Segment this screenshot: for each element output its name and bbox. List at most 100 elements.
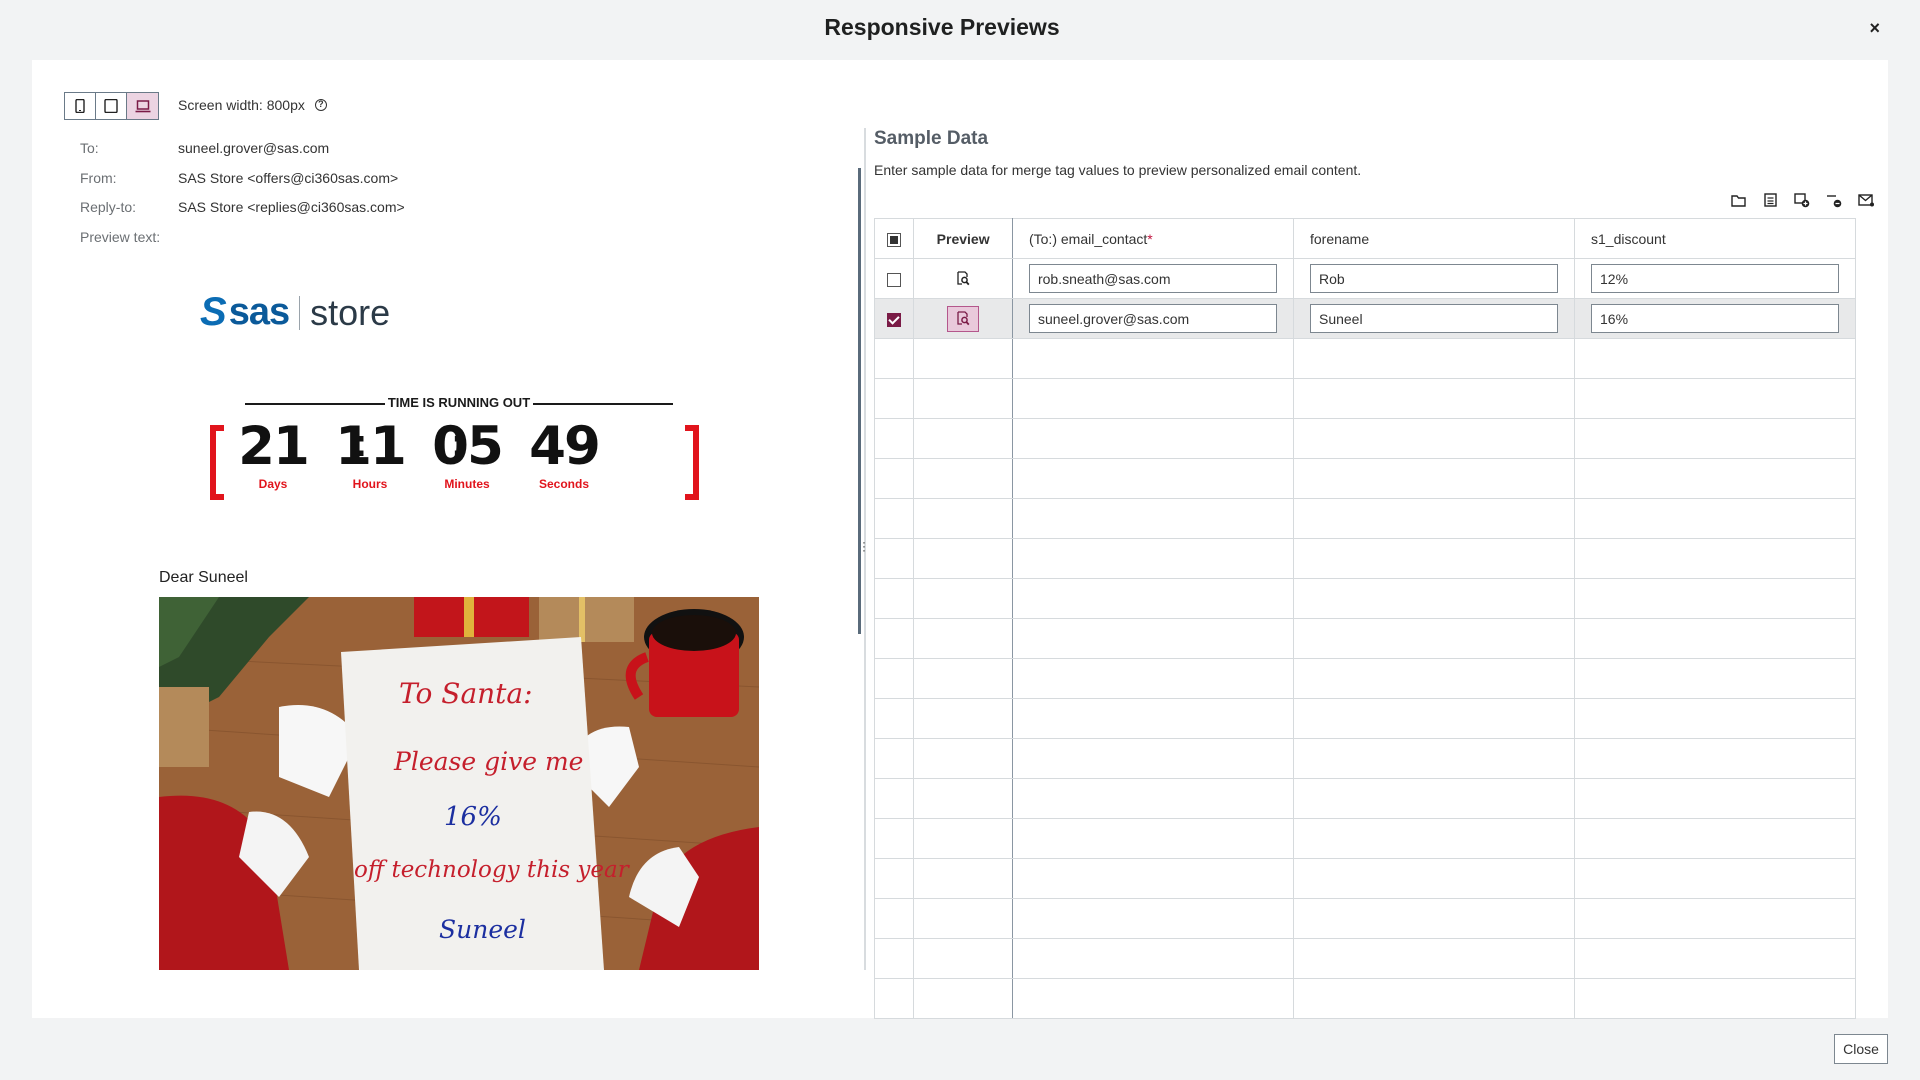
empty-cell [1011,818,1294,859]
empty-cell [1574,338,1856,379]
close-button[interactable]: Close [1834,1034,1888,1064]
row-discount-cell [1574,258,1856,299]
empty-cell [1011,458,1294,499]
empty-cell [1574,418,1856,459]
table-header-row: Preview (To:) email_contact* forename s1… [873,218,1856,259]
empty-cell [913,898,1013,939]
empty-cell [1574,938,1856,979]
empty-cell [1011,978,1294,1019]
row-checkbox[interactable] [887,272,902,287]
empty-cell [1011,538,1294,579]
empty-cell [873,738,915,779]
empty-cell [1292,978,1576,1019]
preview-row-button[interactable] [947,266,979,292]
empty-cell [1292,858,1576,899]
table-row [873,298,1856,339]
logo-product: store [310,291,391,333]
row-select-cell[interactable] [873,298,915,339]
empty-cell [1292,538,1576,579]
empty-cell [1574,818,1856,859]
tablet-view-button[interactable] [96,93,127,119]
empty-cell [1574,458,1856,499]
preview-row-button[interactable] [947,305,980,332]
select-all-cell[interactable] [873,218,915,259]
countdown-header: TIME IS RUNNING OUT [387,395,531,410]
meta-label: To: [80,140,99,156]
meta-from: From: SAS Store <offers@ci360sas.com> [80,170,405,200]
empty-cell [913,978,1013,1019]
table-row-empty [873,978,1856,1019]
required-marker: * [1147,230,1153,247]
table-row-empty [873,658,1856,699]
empty-cell [873,498,915,539]
screen-width-label: Screen width: 800px ? [178,97,327,113]
meta-preview-text: Preview text: [80,229,405,259]
countdown-value: 05 [432,416,504,477]
empty-cell [913,858,1013,899]
table-row-empty [873,538,1856,579]
discount-input[interactable] [1591,304,1839,333]
help-icon[interactable]: ? [314,99,327,111]
remove-row-icon[interactable] [1826,192,1842,208]
row-checkbox[interactable] [887,312,902,327]
meta-value: suneel.grover@sas.com [178,140,330,156]
email-input[interactable] [1028,264,1277,293]
table-row-empty [873,818,1856,859]
empty-cell [913,698,1013,739]
row-preview-cell [913,298,1013,339]
table-row-empty [873,338,1856,379]
folder-icon[interactable] [1730,192,1746,208]
table-row-empty [873,498,1856,539]
screen-width-text: Screen width: 800px [178,97,305,113]
empty-cell [873,578,915,619]
close-icon[interactable]: × [1869,18,1880,39]
empty-cell [873,698,915,739]
empty-cell [1011,498,1294,539]
mobile-view-button[interactable] [65,93,96,119]
empty-cell [873,778,915,819]
forename-input[interactable] [1309,264,1558,293]
empty-cell [1574,378,1856,419]
empty-cell [1574,778,1856,819]
add-row-icon[interactable] [1794,192,1810,208]
list-icon[interactable] [1762,192,1778,208]
discount-input[interactable] [1591,264,1839,293]
letter-line-3: 16% [444,802,502,832]
empty-cell [1011,938,1294,979]
splitter-grip-icon[interactable]: · · · [862,536,866,556]
scrollbar-thumb[interactable] [858,168,861,634]
device-toggle [64,92,159,120]
empty-cell [873,978,915,1019]
empty-cell [1011,698,1294,739]
table-row-empty [873,618,1856,659]
empty-cell [1574,858,1856,899]
empty-cell [873,858,915,899]
column-header-email-label: (To:) email_contact [1028,230,1148,247]
email-icon[interactable] [1858,192,1874,208]
empty-cell [1292,898,1576,939]
sample-data-description: Enter sample data for merge tag values t… [874,162,1362,178]
meta-to: To: suneel.grover@sas.com [80,140,405,170]
empty-cell [1011,898,1294,939]
countdown-minutes: 05 Minutes [427,416,507,492]
meta-value: SAS Store <offers@ci360sas.com> [178,169,399,186]
email-meta: To: suneel.grover@sas.com From: SAS Stor… [80,140,405,258]
email-input[interactable] [1028,304,1277,333]
laptop-icon [135,99,150,112]
meta-value: SAS Store <replies@ci360sas.com> [178,199,405,215]
empty-cell [1292,618,1576,659]
letter-line-5: Suneel [439,915,526,944]
empty-cell [1011,738,1294,779]
select-all-checkbox[interactable] [887,232,902,247]
empty-cell [1011,578,1294,619]
letter-line-2: Please give me [394,747,584,776]
empty-cell [913,738,1013,779]
empty-cell [1011,778,1294,819]
column-header-discount: s1_discount [1574,218,1856,259]
forename-input[interactable] [1309,304,1558,333]
row-select-cell[interactable] [873,258,915,299]
empty-cell [1292,698,1576,739]
meta-label: Preview text: [80,228,161,245]
table-row-empty [873,898,1856,939]
desktop-view-button[interactable] [127,93,158,119]
